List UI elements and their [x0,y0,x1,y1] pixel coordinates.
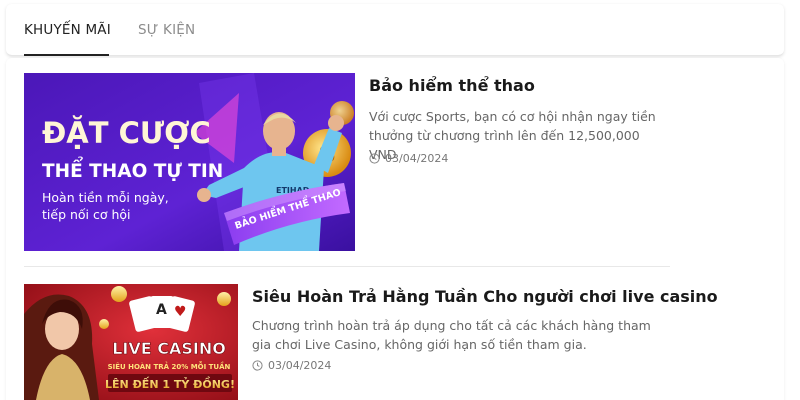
clock-icon [252,360,263,371]
tab-khuyen-mai[interactable]: KHUYẾN MÃI [24,22,111,38]
live-casino-banner[interactable]: A ♥ LIVE CASINO SIÊU HOÀN TRẢ 20% MỖI TU… [24,284,238,400]
divider [24,266,670,267]
tab-su-kien[interactable]: SỰ KIỆN [138,22,195,38]
svg-text:LIVE CASINO: LIVE CASINO [112,339,226,358]
svg-text:tiếp nối cơ hội: tiếp nối cơ hội [42,207,131,222]
article-title[interactable]: Bảo hiểm thể thao [369,76,535,95]
svg-text:LÊN ĐẾN 1 TỶ ĐỒNG!: LÊN ĐẾN 1 TỶ ĐỒNG! [105,376,235,391]
article-date-text: 03/04/2024 [385,152,449,165]
svg-text:SIÊU HOÀN TRẢ 20% MỖI TUẦN: SIÊU HOÀN TRẢ 20% MỖI TUẦN [108,361,231,371]
svg-text:♥: ♥ [174,304,187,320]
live-casino-banner-image: A ♥ LIVE CASINO SIÊU HOÀN TRẢ 20% MỖI TU… [24,284,238,400]
article-date-text: 03/04/2024 [268,359,332,372]
article-title[interactable]: Siêu Hoàn Trả Hằng Tuần Cho người chơi l… [252,287,718,306]
sports-banner-image: $ ETIHAD BẢO HIỂM THỂ THAO ĐẶT CƯỢC THỂ … [24,73,355,251]
tab-bar: KHUYẾN MÃI SỰ KIỆN [6,4,784,56]
article-date: 03/04/2024 [369,152,448,165]
sports-insurance-banner[interactable]: $ ETIHAD BẢO HIỂM THỂ THAO ĐẶT CƯỢC THỂ … [24,73,355,251]
svg-text:THỂ THAO TỰ TIN: THỂ THAO TỰ TIN [42,157,223,182]
svg-text:ĐẶT CƯỢC: ĐẶT CƯỢC [42,116,211,150]
svg-text:Hoàn tiền mỗi ngày,: Hoàn tiền mỗi ngày, [42,190,169,205]
svg-text:A: A [156,302,167,318]
clock-icon [369,153,380,164]
active-tab-indicator [24,54,109,56]
article-date: 03/04/2024 [252,359,331,372]
article-description: Chương trình hoàn trả áp dụng cho tất cả… [252,318,651,352]
